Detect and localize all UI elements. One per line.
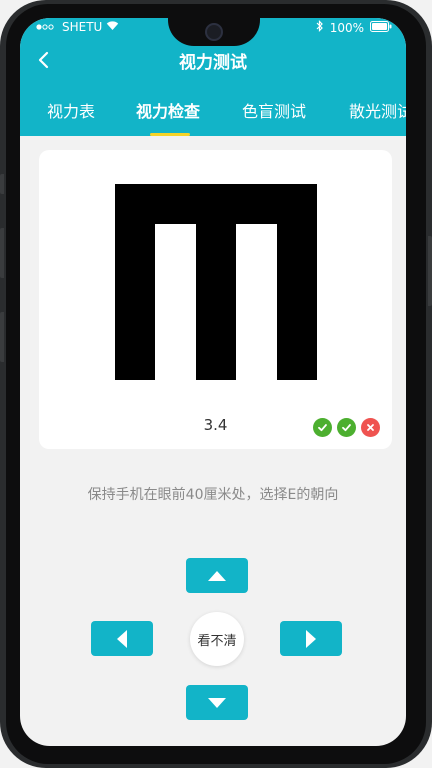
tab-vision-check[interactable]: 视力检查 <box>136 98 200 122</box>
page-title: 视力测试 <box>179 53 247 73</box>
triangle-up-icon <box>208 570 226 581</box>
tab-astigmatism[interactable]: 散光测试 <box>349 98 406 122</box>
status-bar: SHETU 100% <box>20 18 406 46</box>
tab-color-blindness[interactable]: 色盲测试 <box>242 98 306 122</box>
tab-bar: 视力表 视力检查 色盲测试 散光测试 <box>20 94 406 136</box>
triangle-left-icon <box>117 629 127 648</box>
check-icon <box>337 418 356 437</box>
down-button[interactable] <box>186 685 248 720</box>
power-button <box>428 236 432 306</box>
phone-screen: SHETU 100% 视力测试 视力表 视力检查 色盲测试 散光测试 3.4 保… <box>20 18 406 746</box>
front-camera <box>205 23 223 41</box>
up-button[interactable] <box>186 558 248 593</box>
signal-icon <box>36 20 58 34</box>
bluetooth-icon <box>316 20 324 35</box>
active-tab-indicator <box>150 133 190 136</box>
cross-icon <box>361 418 380 437</box>
triangle-right-icon <box>306 629 316 648</box>
result-marks <box>313 418 380 437</box>
right-button[interactable] <box>280 621 342 656</box>
test-card: 3.4 <box>39 150 392 449</box>
left-button[interactable] <box>91 621 153 656</box>
wifi-icon <box>106 20 119 34</box>
carrier-name: SHETU <box>62 20 103 34</box>
app-header: SHETU 100% 视力测试 视力表 视力检查 色盲测试 散光测试 <box>20 18 406 136</box>
screen-notch <box>168 18 260 46</box>
cannot-see-button[interactable]: 看不清 <box>190 612 244 666</box>
mute-switch <box>0 174 4 194</box>
check-icon <box>313 418 332 437</box>
title-bar: 视力测试 <box>20 44 406 76</box>
triangle-down-icon <box>208 697 226 708</box>
volume-up-button <box>0 228 4 278</box>
tumbling-e-optotype <box>115 184 317 380</box>
volume-down-button <box>0 312 4 362</box>
tab-vision-chart[interactable]: 视力表 <box>47 98 95 122</box>
instruction-text: 保持手机在眼前40厘米处，选择E的朝向 <box>87 487 339 503</box>
battery-percent: 100% <box>329 20 364 35</box>
battery-icon <box>370 20 392 35</box>
